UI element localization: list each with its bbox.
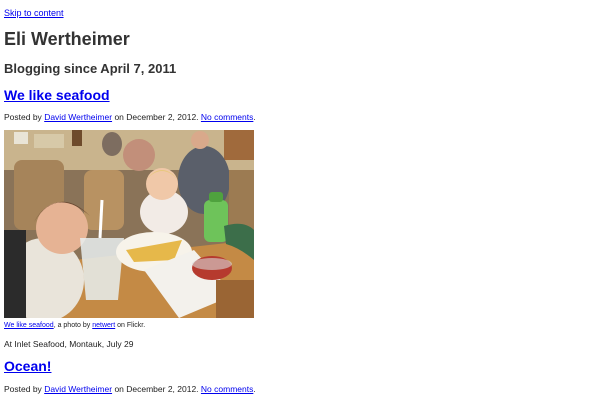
photo-window-pane (34, 134, 64, 148)
skip-to-content-link[interactable]: Skip to content (4, 8, 64, 19)
comments-link[interactable]: No comments (201, 112, 253, 122)
post-date: on December 2, 2012. (114, 112, 199, 122)
post-body: At Inlet Seafood, Montauk, July 29 (4, 339, 134, 349)
site-title: Eli Wertheimer (4, 29, 130, 49)
photo-adult (102, 132, 122, 156)
photo-bowl-rim (192, 258, 232, 270)
photo-chair-dark (4, 230, 26, 318)
comments-link[interactable]: No comments (201, 384, 253, 394)
photo-boy-face (36, 202, 88, 254)
photo-user-link[interactable]: netwert (92, 322, 115, 329)
photo-wall (224, 130, 254, 160)
meta-period: . (253, 384, 256, 394)
post-title-we-like-seafood: We like seafood (4, 86, 110, 104)
photo-food-basket (216, 280, 254, 318)
seafood-photo[interactable] (4, 130, 254, 318)
photo-caption-link[interactable]: We like seafood (4, 322, 54, 329)
post-date: on December 2, 2012. (114, 384, 199, 394)
caption-end: on Flickr. (117, 322, 146, 329)
photo-sippy-cup (204, 200, 228, 242)
author-link[interactable]: David Wertheimer (44, 112, 112, 122)
post-meta: Posted by David Wertheimer on December 2… (4, 384, 256, 395)
photo-adult-head (191, 131, 209, 149)
photo-sippy-lid (209, 192, 223, 202)
photo-adult (123, 139, 155, 171)
photo-chair (229, 170, 254, 230)
author-link[interactable]: David Wertheimer (44, 384, 112, 394)
caption-text: , a photo by (53, 322, 91, 329)
post-title-link[interactable]: Ocean! (4, 358, 51, 374)
post-title-link[interactable]: We like seafood (4, 87, 110, 103)
photo-window-pane (14, 132, 28, 144)
photo-baby-head (146, 168, 178, 200)
posted-by-label: Posted by (4, 112, 42, 122)
photo-beam (72, 130, 82, 146)
posted-by-label: Posted by (4, 384, 42, 394)
post-meta: Posted by David Wertheimer on December 2… (4, 112, 256, 123)
photo-caption: We like seafood, a photo by netwert on F… (4, 321, 145, 330)
photo-chair (84, 170, 124, 230)
site-description: Blogging since April 7, 2011 (4, 61, 177, 76)
photo-straw (98, 199, 104, 239)
post-title-ocean: Ocean! (4, 357, 51, 375)
meta-period: . (253, 112, 256, 122)
